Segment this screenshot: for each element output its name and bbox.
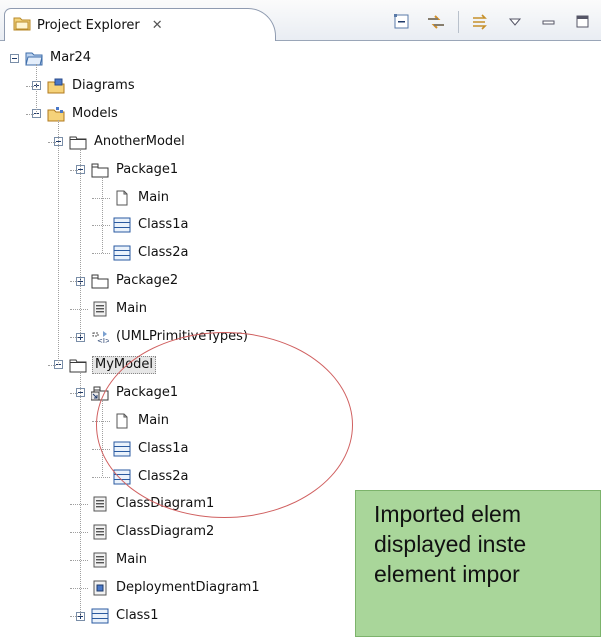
callout-line: Imported elem [374, 501, 522, 527]
class-icon [91, 608, 109, 624]
tree-guide-line [58, 119, 59, 365]
diagram-icon [91, 301, 109, 317]
tree-guide-line [26, 85, 34, 87]
callout-line: element impor [374, 561, 520, 587]
tree-guide-line [70, 532, 88, 534]
tree-item-label: Class1a [138, 217, 189, 233]
tree-guide-line [70, 281, 78, 283]
diagram-icon [91, 524, 109, 540]
svg-text:<I>: <I> [97, 337, 109, 345]
tree-guide-line [80, 370, 81, 616]
tree-row[interactable]: Package2 [76, 269, 180, 293]
tree-guide-line [70, 504, 88, 506]
class-icon [113, 217, 131, 233]
package-icon [91, 162, 109, 178]
tree-guide-line [92, 197, 110, 199]
tree-item-label: DeploymentDiagram1 [116, 580, 260, 596]
collapse-all-icon[interactable] [392, 12, 412, 32]
tab-project-explorer[interactable]: Project Explorer ✕ [4, 8, 276, 41]
view-header: Project Explorer ✕ [0, 0, 601, 41]
tree-row[interactable]: Models [32, 102, 120, 126]
deployment-diagram-icon [91, 580, 109, 596]
project-folder-icon [25, 50, 43, 66]
model-icon [69, 134, 87, 150]
tree-item-label: Package2 [116, 273, 179, 289]
tree-guide-line [26, 113, 34, 115]
filter-icon[interactable] [471, 12, 491, 32]
tree-item-label: Main [116, 552, 148, 568]
tree-item-label: Package1 [116, 161, 179, 177]
tree-guide-line [92, 476, 110, 478]
tree-item-label: Class1 [116, 608, 159, 623]
highlight-ellipse [96, 332, 353, 518]
tree-guide-line [70, 392, 78, 394]
tree-guide-line [70, 588, 88, 590]
package-icon [91, 273, 109, 289]
tree-guide-line [70, 616, 78, 617]
minimize-icon[interactable] [539, 12, 559, 32]
model-icon [69, 357, 87, 373]
tree-row[interactable]: ClassDiagram2 [76, 520, 216, 544]
view-title: Project Explorer [37, 17, 140, 33]
class-icon [113, 245, 131, 261]
tree-row[interactable]: Class2a [98, 241, 190, 265]
primitive-types-icon: <I> [91, 329, 109, 345]
close-icon[interactable]: ✕ [152, 18, 163, 33]
tree-guide-line [92, 225, 110, 227]
tree-guide-line [92, 253, 110, 255]
callout-line: displayed inste [374, 531, 527, 557]
tree-item-label: Main [138, 189, 170, 205]
view-toolbar [392, 11, 593, 33]
tree-guide-line [70, 309, 88, 311]
tree-item-label: Mar24 [50, 50, 92, 65]
tree-item-label: ClassDiagram2 [116, 524, 215, 540]
diagram-icon [91, 552, 109, 568]
tree-guide-line [70, 560, 88, 562]
maximize-icon[interactable] [573, 12, 593, 32]
tree-row[interactable]: Package1 [76, 158, 180, 182]
view-menu-icon[interactable] [505, 12, 525, 32]
tree-item-label: Diagrams [72, 77, 135, 93]
tree-item-label: Main [116, 301, 148, 317]
tree-row[interactable]: DeploymentDiagram1 [76, 576, 262, 600]
tree-row[interactable]: Class1a [98, 213, 190, 237]
toolbar-separator [458, 11, 459, 33]
models-folder-icon [47, 106, 65, 122]
tree-guide-line [70, 169, 78, 171]
tree-guide-line [102, 175, 103, 254]
diagrams-folder-icon [47, 78, 65, 94]
collapse-toggle-icon[interactable] [10, 53, 19, 63]
link-with-editor-icon[interactable] [426, 12, 446, 32]
project-explorer-icon [13, 15, 31, 35]
tree-row[interactable]: Class1 [76, 604, 160, 628]
tree-item-label: Class2a [138, 245, 189, 261]
tree-guide-line [48, 364, 56, 366]
document-icon [113, 190, 131, 206]
tree-row[interactable]: AnotherModel [54, 130, 187, 154]
tree-item-label: Models [72, 105, 118, 121]
tree-guide-line [36, 64, 37, 114]
callout-box: Imported elem displayed inste element im… [355, 490, 601, 637]
tree-guide-line [70, 337, 78, 338]
diagram-icon [91, 496, 109, 512]
tree-row[interactable]: Diagrams [32, 74, 137, 98]
tree-row[interactable]: Mar24 [10, 46, 93, 70]
project-explorer-view: Project Explorer ✕ Mar24 Diagrams Models… [0, 0, 601, 637]
tree-item-label: AnotherModel [94, 133, 185, 149]
tree-guide-line [48, 141, 56, 143]
